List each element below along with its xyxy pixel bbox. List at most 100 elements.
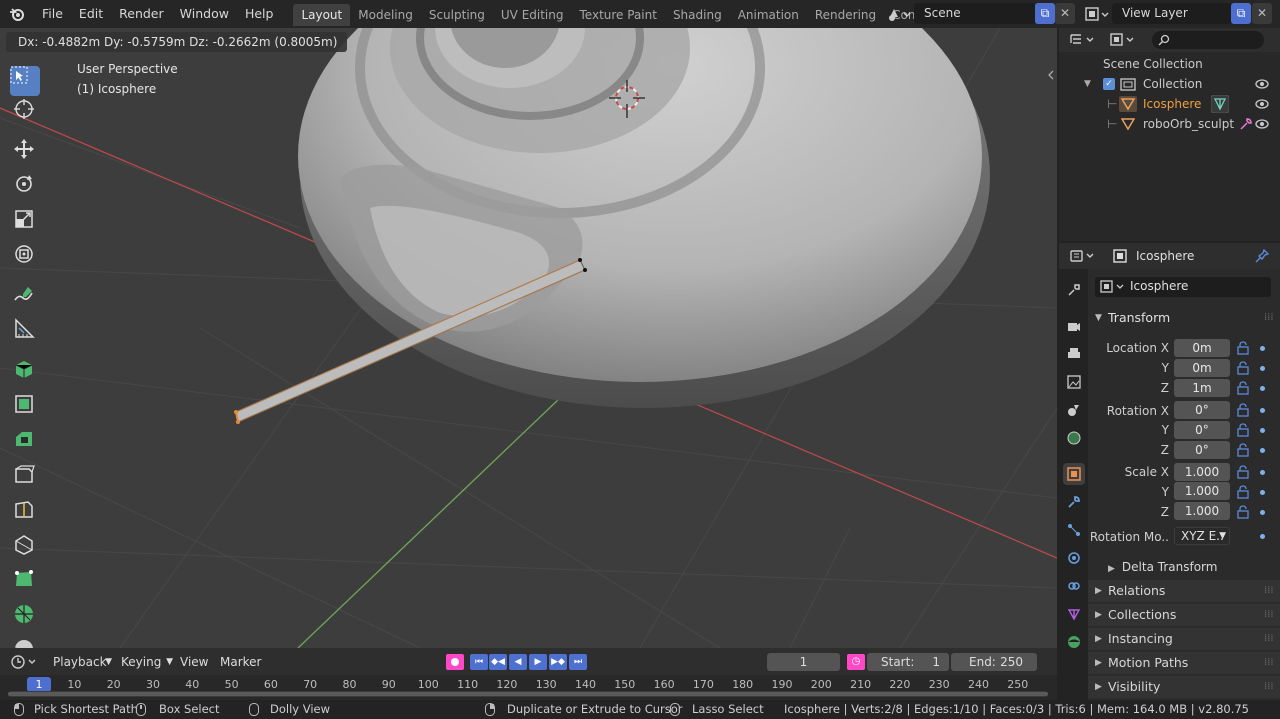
scene-name-field[interactable]: Scene (914, 3, 1036, 24)
scale-z-field[interactable]: 1.000 (1174, 502, 1230, 520)
menu-render[interactable]: Render (111, 0, 172, 28)
tab-modeling[interactable]: Modeling (350, 4, 421, 26)
bevel-tool[interactable] (13, 463, 43, 493)
drag-handle-icon[interactable]: ⁞⁞⁞ (1264, 676, 1274, 698)
tab-constraints[interactable] (1063, 575, 1085, 597)
tab-uv-editing[interactable]: UV Editing (493, 4, 572, 26)
location-x-field[interactable]: 0m (1174, 339, 1230, 357)
add-cube-tool[interactable] (13, 358, 43, 388)
remove-view-layer-button[interactable]: ✕ (1252, 3, 1272, 24)
new-scene-button[interactable]: ⧉ (1035, 3, 1055, 24)
keyframe-dot-icon[interactable] (1260, 366, 1265, 371)
menu-window[interactable]: Window (172, 0, 237, 28)
outliner-item-icosphere[interactable]: ⊢ Icosphere (1059, 94, 1280, 114)
poly-build-tool[interactable] (13, 568, 43, 598)
transform-tool[interactable] (13, 243, 43, 273)
view-layer-icon[interactable] (1084, 5, 1110, 23)
tab-tool[interactable] (1063, 279, 1085, 301)
outliner-search-input[interactable] (1152, 31, 1264, 49)
outliner-item-roboorb[interactable]: ⊢ roboOrb_sculpt (1059, 114, 1280, 134)
tab-modifiers[interactable] (1063, 491, 1085, 513)
drag-handle-icon[interactable]: ⁞⁞⁞ (1264, 580, 1274, 602)
view-layer-field[interactable]: View Layer (1112, 3, 1232, 24)
scale-x-field[interactable]: 1.000 (1174, 463, 1230, 481)
lock-icon[interactable] (1236, 423, 1250, 437)
playhead-frame-indicator[interactable]: 1 (27, 677, 51, 692)
visibility-eye-icon[interactable] (1255, 78, 1269, 90)
rotate-tool[interactable] (13, 173, 43, 203)
tab-layout[interactable]: Layout (293, 3, 351, 26)
tab-texture-paint[interactable]: Texture Paint (572, 4, 665, 26)
rotation-y-field[interactable]: 0° (1174, 421, 1230, 439)
select-box-tool[interactable] (10, 66, 40, 96)
collapse-arrow-icon[interactable]: ▼ (1084, 74, 1091, 94)
menu-edit[interactable]: Edit (71, 0, 111, 28)
cursor-tool[interactable] (13, 98, 43, 128)
tab-view-layer[interactable] (1063, 371, 1085, 393)
menu-file[interactable]: File (34, 0, 71, 28)
tab-shading[interactable]: Shading (665, 4, 730, 26)
keyframe-dot-icon[interactable] (1260, 408, 1265, 413)
tab-render[interactable] (1063, 315, 1085, 337)
collection-checkbox[interactable]: ✓ (1103, 78, 1115, 90)
3d-viewport[interactable]: Dx: -0.4882m Dy: -0.5759m Dz: -0.2662m (… (0, 28, 1057, 648)
outliner-scene-collection[interactable]: Scene Collection (1059, 54, 1280, 74)
tab-material[interactable] (1063, 631, 1085, 653)
lock-icon[interactable] (1236, 403, 1250, 417)
outliner-collection-row[interactable]: ▼ ✓ Collection (1059, 74, 1280, 94)
keyframe-dot-icon[interactable] (1260, 448, 1265, 453)
tab-object-data[interactable] (1063, 603, 1085, 625)
properties-editor-type-icon[interactable] (1069, 248, 1099, 264)
lock-icon[interactable] (1236, 341, 1250, 355)
rotation-x-field[interactable]: 0° (1174, 401, 1230, 419)
remove-scene-button[interactable]: ✕ (1055, 3, 1075, 24)
smooth-tool[interactable] (13, 638, 43, 648)
drag-handle-icon[interactable]: ⁞⁞⁞ (1264, 628, 1274, 650)
menu-help[interactable]: Help (237, 0, 282, 28)
rotation-z-field[interactable]: 0° (1174, 441, 1230, 459)
tab-physics[interactable] (1063, 547, 1085, 569)
keyframe-dot-icon[interactable] (1260, 510, 1265, 515)
tab-rendering[interactable]: Rendering (807, 4, 884, 26)
move-tool[interactable] (13, 138, 43, 168)
editor-type-icon[interactable] (1069, 32, 1099, 48)
rotation-mode-dropdown[interactable]: XYZ E.. ▼ (1174, 527, 1230, 545)
tab-sculpting[interactable]: Sculpting (421, 4, 493, 26)
location-z-field[interactable]: 1m (1174, 379, 1230, 397)
lock-icon[interactable] (1236, 381, 1250, 395)
annotate-tool[interactable] (13, 284, 43, 314)
keyframe-dot-icon[interactable] (1260, 428, 1265, 433)
keyframe-dot-icon[interactable] (1260, 490, 1265, 495)
lock-icon[interactable] (1236, 361, 1250, 375)
panel-instancing[interactable]: ▶ Instancing ⁞⁞⁞ (1088, 628, 1280, 650)
inset-faces-tool[interactable] (13, 428, 43, 458)
scene-selector-icon[interactable] (886, 5, 912, 23)
drag-handle-icon[interactable]: ⁞⁞⁞ (1264, 604, 1274, 626)
keyframe-dot-icon[interactable] (1260, 470, 1265, 475)
loop-cut-tool[interactable] (13, 498, 43, 528)
visibility-eye-icon[interactable] (1255, 118, 1269, 130)
keyframe-dot-icon[interactable] (1260, 386, 1265, 391)
blender-logo-icon[interactable] (0, 0, 34, 28)
delta-transform-subpanel[interactable]: ▶ Delta Transform (1108, 557, 1217, 577)
new-view-layer-button[interactable]: ⧉ (1231, 3, 1251, 24)
scrollbar-thumb[interactable] (8, 692, 1048, 696)
extrude-region-tool[interactable] (13, 393, 43, 423)
mesh-data-icon[interactable] (1211, 95, 1229, 113)
scale-tool[interactable] (13, 208, 43, 238)
measure-tool[interactable] (13, 318, 43, 348)
drag-handle-icon[interactable]: ⁞⁞⁞ (1264, 306, 1274, 330)
lock-icon[interactable] (1236, 443, 1250, 457)
lock-icon[interactable] (1236, 505, 1250, 519)
scale-y-field[interactable]: 1.000 (1174, 482, 1230, 500)
location-y-field[interactable]: 0m (1174, 359, 1230, 377)
tab-object[interactable] (1063, 463, 1085, 485)
tab-world[interactable] (1063, 427, 1085, 449)
panel-motion-paths[interactable]: ▶ Motion Paths ⁞⁞⁞ (1088, 652, 1280, 674)
tab-particles[interactable] (1063, 519, 1085, 541)
panel-relations[interactable]: ▶ Relations ⁞⁞⁞ (1088, 580, 1280, 602)
panel-visibility[interactable]: ▶ Visibility ⁞⁞⁞ (1088, 676, 1280, 698)
keyframe-dot-icon[interactable] (1260, 534, 1265, 539)
spin-tool[interactable] (13, 603, 43, 633)
tab-output[interactable] (1063, 343, 1085, 365)
